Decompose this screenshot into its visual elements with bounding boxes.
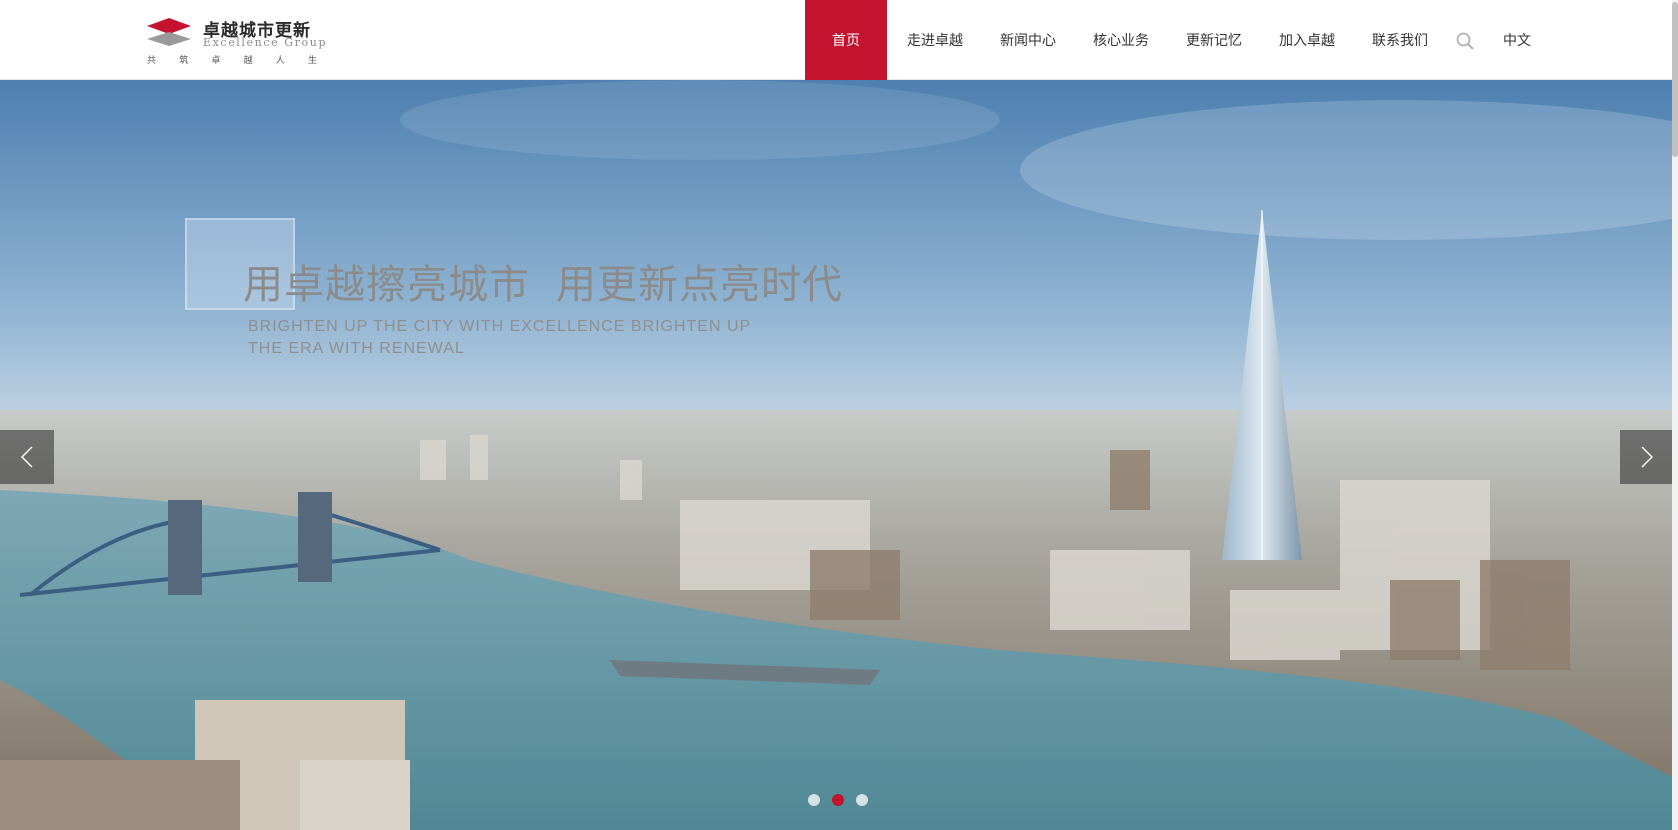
slide-dot-1[interactable] xyxy=(808,794,820,806)
hero-title-part1: 用卓越擦亮城市 xyxy=(243,262,530,308)
slide-indicators xyxy=(808,794,868,806)
logo-slogan-char: 越 xyxy=(243,56,253,66)
site-logo[interactable]: 卓越城市更新 Excellence Group 共 筑 卓 越 人 生 xyxy=(145,16,328,68)
next-slide-button[interactable] xyxy=(1620,430,1674,484)
main-nav: 首页 走进卓越 新闻中心 核心业务 更新记忆 加入卓越 联系我们 xyxy=(805,0,1454,80)
nav-item-news[interactable]: 新闻中心 xyxy=(989,0,1067,80)
prev-slide-button[interactable] xyxy=(0,430,54,484)
logo-slogan-char: 卓 xyxy=(211,56,221,66)
logo-slogan-char: 生 xyxy=(307,56,317,66)
hero-title-part2: 用更新点亮时代 xyxy=(556,262,843,308)
site-header: 卓越城市更新 Excellence Group 共 筑 卓 越 人 生 首页 走… xyxy=(0,0,1678,80)
nav-item-careers[interactable]: 加入卓越 xyxy=(1268,0,1346,80)
logo-slogan-char: 人 xyxy=(275,56,285,66)
hero-subtitle-line1: BRIGHTEN UP THE CITY WITH EXCELLENCE BRI… xyxy=(248,318,752,335)
logo-slogan: 共 筑 卓 越 人 生 xyxy=(147,53,317,66)
city-skyline-image xyxy=(0,80,1678,830)
logo-name-en: Excellence Group xyxy=(203,36,328,49)
hero-subtitle-line2: THE ERA WITH RENEWAL xyxy=(248,340,465,357)
page-scrollbar[interactable] xyxy=(1672,0,1678,830)
slide-dot-3[interactable] xyxy=(856,794,868,806)
chevron-right-icon xyxy=(1641,446,1654,468)
hero-title: 用卓越擦亮城市 用更新点亮时代 xyxy=(243,252,843,310)
search-icon[interactable] xyxy=(1456,32,1474,50)
hero-subtitle: BRIGHTEN UP THE CITY WITH EXCELLENCE BRI… xyxy=(248,316,768,360)
language-switch[interactable]: 中文 xyxy=(1503,30,1531,50)
nav-item-memory[interactable]: 更新记忆 xyxy=(1175,0,1253,80)
logo-mark-icon xyxy=(147,18,191,46)
hero-banner: 用卓越擦亮城市 用更新点亮时代 BRIGHTEN UP THE CITY WITH… xyxy=(0,80,1678,830)
nav-item-about[interactable]: 走进卓越 xyxy=(896,0,974,80)
nav-item-business[interactable]: 核心业务 xyxy=(1082,0,1160,80)
chevron-left-icon xyxy=(20,446,33,468)
logo-slogan-char: 共 xyxy=(147,56,157,66)
scrollbar-thumb[interactable] xyxy=(1672,2,1678,157)
nav-item-home[interactable]: 首页 xyxy=(805,0,887,80)
nav-item-contact[interactable]: 联系我们 xyxy=(1361,0,1439,80)
slide-dot-2[interactable] xyxy=(832,794,844,806)
logo-slogan-char: 筑 xyxy=(179,56,189,66)
